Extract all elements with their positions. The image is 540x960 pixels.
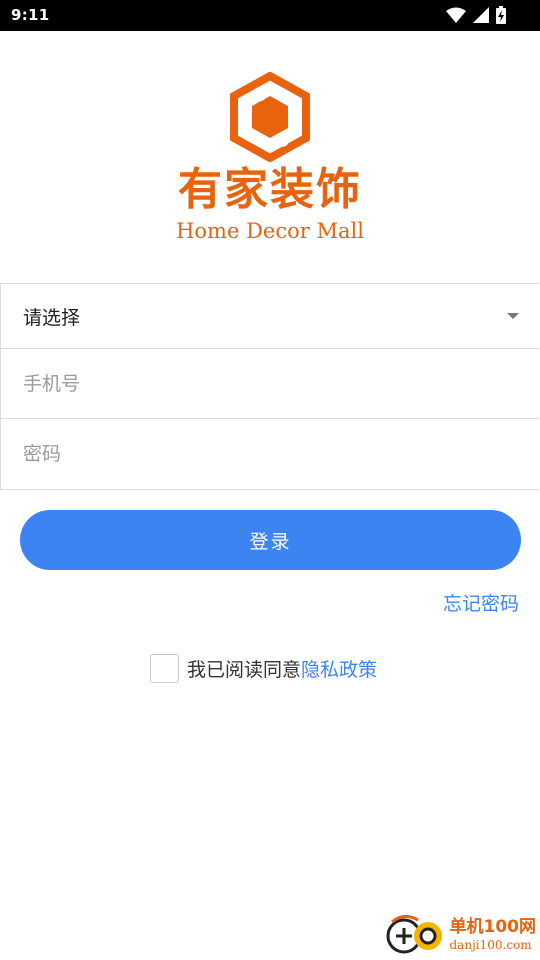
privacy-agreement: 我已阅读同意 隐私政策 xyxy=(150,653,377,684)
select-value: 请选择 xyxy=(23,306,81,329)
phone-input[interactable] xyxy=(23,372,503,395)
wifi-icon xyxy=(446,7,466,23)
status-time: 9:11 xyxy=(11,6,50,24)
watermark-text: 单机100网 danji100.com xyxy=(450,918,537,954)
signal-icon xyxy=(473,7,489,23)
battery-charging-icon xyxy=(496,6,506,24)
logo-chinese-name: 有家装饰 xyxy=(178,164,362,215)
agree-checkbox[interactable] xyxy=(150,654,179,683)
brand-logo: 有家装饰 Home Decor Mall xyxy=(140,71,400,252)
login-button[interactable]: 登录 xyxy=(20,510,521,570)
caret-down-icon xyxy=(507,313,519,319)
agree-text: 我已阅读同意 xyxy=(187,659,302,681)
status-bar: 9:11 xyxy=(0,0,540,31)
status-icons xyxy=(446,5,506,25)
privacy-policy-link[interactable]: 隐私政策 xyxy=(301,655,377,682)
site-watermark: 单机100网 danji100.com xyxy=(384,912,537,960)
phone-row xyxy=(1,349,539,419)
login-form: 请选择 xyxy=(0,283,539,490)
hexagon-logo-icon xyxy=(230,71,310,166)
logo-english-name: Home Decor Mall xyxy=(176,219,364,243)
password-input[interactable] xyxy=(23,443,503,465)
account-type-select[interactable]: 请选择 xyxy=(1,284,539,349)
forgot-password-link[interactable]: 忘记密码 xyxy=(443,589,519,616)
password-row xyxy=(1,419,539,489)
watermark-logo-icon xyxy=(384,912,446,960)
watermark-url: danji100.com xyxy=(449,938,532,952)
watermark-name: 单机100网 xyxy=(449,917,537,937)
login-screen: 9:11 有家装饰 Home Decor Mall 请选择 手机号 登录 忘记密… xyxy=(0,0,540,960)
